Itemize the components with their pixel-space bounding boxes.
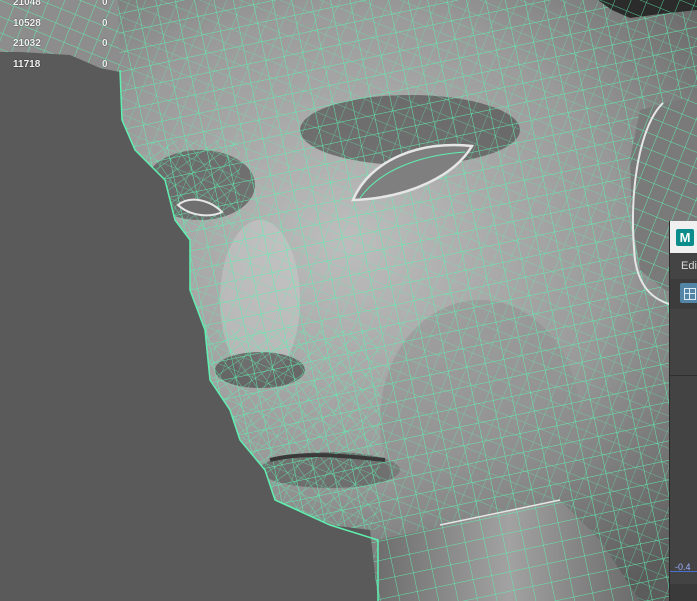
stat-row: 21032 0 xyxy=(0,38,115,50)
stat-value: 11718 xyxy=(13,59,41,70)
3d-viewport[interactable]: 21048 0 10528 0 21032 0 11718 0 xyxy=(0,0,697,601)
app-logo-icon: M xyxy=(676,229,694,246)
window-titlebar[interactable]: M xyxy=(670,221,697,253)
stat-selected: 0 xyxy=(102,18,108,29)
graph-area[interactable]: -0.4 xyxy=(670,309,697,601)
stat-value: 10528 xyxy=(13,18,41,29)
stat-row: 10528 0 xyxy=(0,18,115,30)
stat-selected: 0 xyxy=(102,59,108,70)
toolbar xyxy=(670,279,697,309)
face-mesh-render[interactable] xyxy=(0,0,697,601)
stat-selected: 0 xyxy=(102,0,108,8)
graph-gridline xyxy=(670,375,697,376)
stat-row: 11718 0 xyxy=(0,59,115,71)
scrollbar[interactable] xyxy=(670,584,697,601)
menu-edit[interactable]: Edi xyxy=(681,260,697,272)
stat-value: 21032 xyxy=(13,38,41,49)
stat-row: 21048 0 xyxy=(0,0,115,9)
graph-editor-icon[interactable] xyxy=(680,283,697,303)
curve-line xyxy=(670,571,697,572)
stat-value: 21048 xyxy=(13,0,41,8)
menu-bar: Edi xyxy=(670,253,697,279)
stat-selected: 0 xyxy=(102,38,108,49)
graph-editor-window[interactable]: M Edi -0.4 xyxy=(669,221,697,601)
